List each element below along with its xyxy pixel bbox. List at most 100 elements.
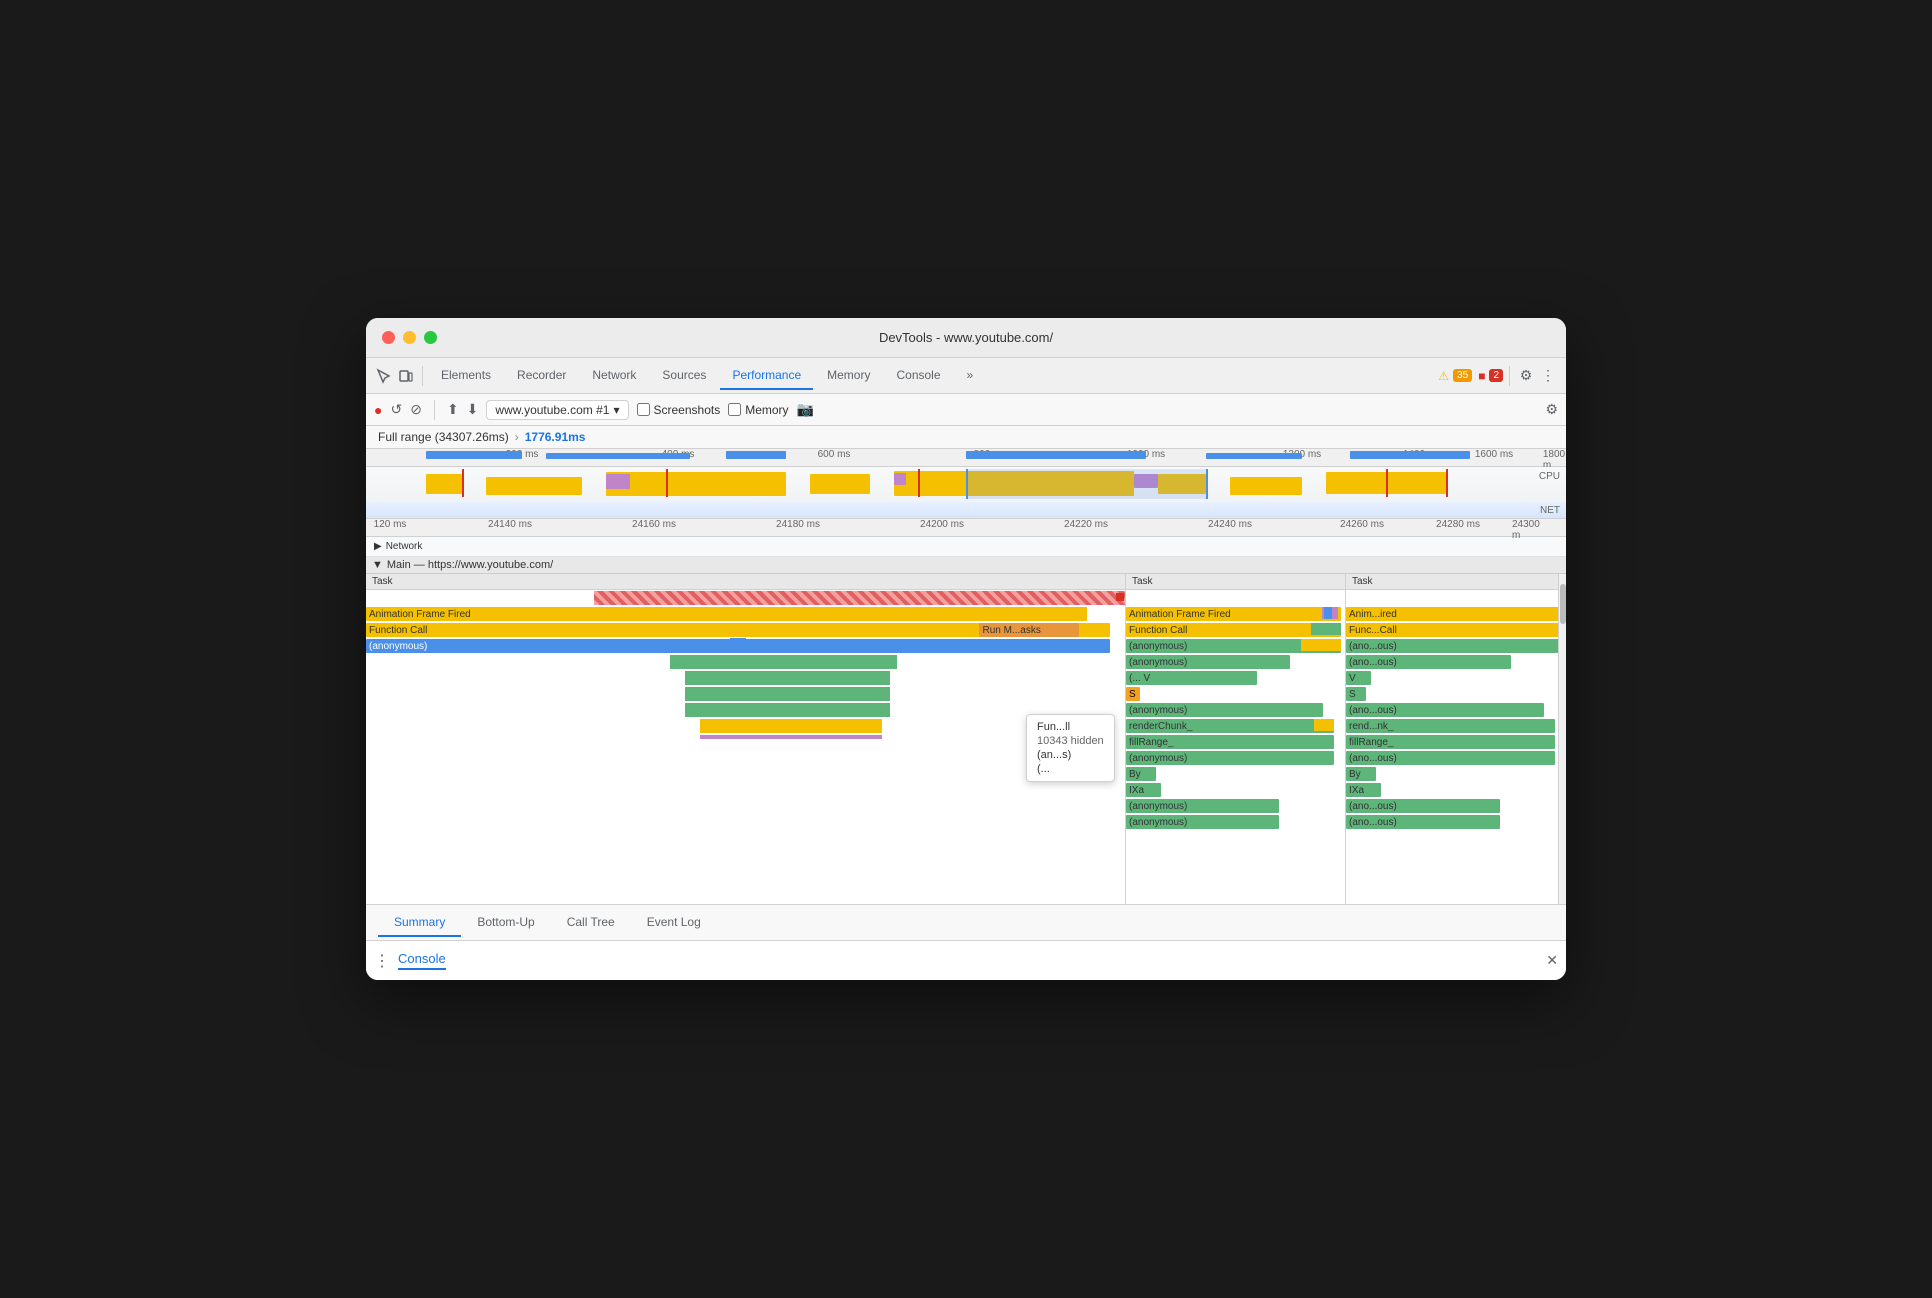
settings-icon[interactable]: ⚙ xyxy=(1516,366,1536,386)
mid-anim-block[interactable]: Animation Frame Fired xyxy=(1126,607,1341,621)
right-func-label: Func...Call xyxy=(1349,625,1397,636)
right-anon3-label: (ano...ous) xyxy=(1349,705,1397,716)
tab-event-log[interactable]: Event Log xyxy=(631,909,717,937)
right-anim-block[interactable]: Anim...ired xyxy=(1346,607,1562,621)
mid-anim-label: Animation Frame Fired xyxy=(1129,609,1231,620)
capture-settings-icon[interactable]: 📷 xyxy=(797,401,814,418)
breadcrumb: Full range (34307.26ms) › 1776.91ms xyxy=(366,426,1566,449)
detail-mark-24300: 24300 m xyxy=(1512,519,1548,541)
right-anon3-block[interactable]: (ano...ous) xyxy=(1346,703,1544,717)
record-button[interactable]: ● xyxy=(374,402,382,418)
console-label[interactable]: Console xyxy=(398,951,446,970)
select-tool-icon[interactable] xyxy=(374,366,394,386)
tab-memory[interactable]: Memory xyxy=(815,362,882,390)
mid-v-block[interactable]: (... V xyxy=(1126,671,1257,685)
right-anon5-label: (ano...ous) xyxy=(1349,801,1397,812)
mid-anon6-block[interactable]: (anonymous) xyxy=(1126,815,1279,829)
function-call-row: Function Call Run M...asks xyxy=(366,622,1125,638)
vertical-scrollbar[interactable] xyxy=(1558,574,1566,904)
flame-col-mid: Task Animation Frame Fired xyxy=(1126,574,1346,904)
console-menu-icon[interactable]: ⋮ xyxy=(374,951,390,971)
deep-stack-3 xyxy=(685,687,890,701)
mid-stripe-row xyxy=(1126,590,1345,606)
animation-frame-row: Animation Frame Fired xyxy=(366,606,1125,622)
full-range-label[interactable]: Full range (34307.26ms) xyxy=(378,430,509,444)
error-icon: ■ xyxy=(1478,369,1485,383)
device-toolbar-icon[interactable] xyxy=(396,366,416,386)
clear-button[interactable]: ⊘ xyxy=(410,401,422,418)
mid-anon6-label: (anonymous) xyxy=(1129,817,1187,828)
mid-render-block[interactable]: renderChunk_ xyxy=(1126,719,1334,733)
right-anon6-row: (ano...ous) xyxy=(1346,814,1566,830)
main-section-header: ▼ Main — https://www.youtube.com/ xyxy=(366,557,1566,574)
main-collapse-icon[interactable]: ▼ xyxy=(372,559,383,571)
tab-network[interactable]: Network xyxy=(580,362,648,390)
right-fill-row: fillRange_ xyxy=(1346,734,1566,750)
run-microtasks-block[interactable]: Run M...asks xyxy=(979,623,1079,637)
right-anon2-block[interactable]: (ano...ous) xyxy=(1346,655,1511,669)
tab-summary[interactable]: Summary xyxy=(378,909,461,937)
scrollbar-thumb[interactable] xyxy=(1560,584,1566,624)
more-options-icon[interactable]: ⋮ xyxy=(1538,366,1558,386)
url-selector[interactable]: www.youtube.com #1 ▾ xyxy=(486,400,628,420)
right-anon2-label: (ano...ous) xyxy=(1349,657,1397,668)
mid-fill-block[interactable]: fillRange_ xyxy=(1126,735,1334,749)
performance-settings-icon[interactable]: ⚙ xyxy=(1545,401,1558,418)
console-close-button[interactable]: ✕ xyxy=(1546,952,1558,969)
minimize-button[interactable] xyxy=(403,331,416,344)
screenshots-checkbox[interactable] xyxy=(637,403,650,416)
task-stripe-row xyxy=(366,590,1125,606)
right-anon3-row: (ano...ous) xyxy=(1346,702,1566,718)
right-s-block[interactable]: S xyxy=(1346,687,1366,701)
right-fill-block[interactable]: fillRange_ xyxy=(1346,735,1555,749)
right-render-block[interactable]: rend...nk_ xyxy=(1346,719,1555,733)
tab-call-tree[interactable]: Call Tree xyxy=(551,909,631,937)
mid-anon2-block[interactable]: (anonymous) xyxy=(1126,655,1290,669)
mid-ixa-block[interactable]: IXa xyxy=(1126,783,1161,797)
timeline-overview[interactable]: 200 ms 400 ms 600 ms 800 ms 1000 ms 1200… xyxy=(366,449,1566,519)
right-anon5-block[interactable]: (ano...ous) xyxy=(1346,799,1500,813)
mid-anon3-block[interactable]: (anonymous) xyxy=(1126,703,1323,717)
tab-performance[interactable]: Performance xyxy=(720,362,813,390)
tab-elements[interactable]: Elements xyxy=(429,362,503,390)
mid-anon5-block[interactable]: (anonymous) xyxy=(1126,799,1279,813)
right-by-block[interactable]: By xyxy=(1346,767,1376,781)
tooltip-popup: Fun...ll 10343 hidden (an...s) (... xyxy=(1026,714,1115,782)
tab-recorder[interactable]: Recorder xyxy=(505,362,578,390)
mid-anon3-row: (anonymous) xyxy=(1126,702,1345,718)
right-anon6-block[interactable]: (ano...ous) xyxy=(1346,815,1500,829)
mid-by-block[interactable]: By xyxy=(1126,767,1156,781)
tab-console[interactable]: Console xyxy=(884,362,952,390)
detail-mark-24160: 24160 ms xyxy=(632,519,676,530)
download-button[interactable]: ⬇ xyxy=(467,401,479,418)
right-v-block[interactable]: V xyxy=(1346,671,1371,685)
mid-s-block[interactable]: S xyxy=(1126,687,1140,701)
tab-bottom-up[interactable]: Bottom-Up xyxy=(461,909,550,937)
refresh-record-button[interactable]: ↺ xyxy=(390,401,402,418)
deep-stack-1 xyxy=(670,655,898,669)
mid-v-row: (... V xyxy=(1126,670,1345,686)
right-func-block[interactable]: Func...Call xyxy=(1346,623,1562,637)
warning-count: 35 xyxy=(1453,369,1472,382)
mid-anon4-block[interactable]: (anonymous) xyxy=(1126,751,1334,765)
upload-button[interactable]: ⬆ xyxy=(447,401,459,418)
mid-ixa-label: IXa xyxy=(1129,785,1144,796)
tab-sources[interactable]: Sources xyxy=(650,362,718,390)
mid-func-block[interactable]: Function Call xyxy=(1126,623,1341,637)
maximize-button[interactable] xyxy=(424,331,437,344)
right-anon1-block[interactable]: (ano...ous) xyxy=(1346,639,1562,653)
flame-chart[interactable]: Task Animation Frame Fired xyxy=(366,574,1566,904)
flame-col-left: Task Animation Frame Fired xyxy=(366,574,1126,904)
col-left-task-label: Task xyxy=(372,576,393,587)
right-ixa-block[interactable]: IXa xyxy=(1346,783,1381,797)
memory-checkbox[interactable] xyxy=(728,403,741,416)
performance-control-bar: ● ↺ ⊘ ⬆ ⬇ www.youtube.com #1 ▾ Screensho… xyxy=(366,394,1566,426)
animation-frame-fired-block[interactable]: Animation Frame Fired xyxy=(366,607,1087,621)
mid-anim-row: Animation Frame Fired xyxy=(1126,606,1345,622)
col-mid-task-label: Task xyxy=(1132,576,1153,587)
tab-more[interactable]: » xyxy=(955,362,986,390)
right-anon4-block[interactable]: (ano...ous) xyxy=(1346,751,1555,765)
close-button[interactable] xyxy=(382,331,395,344)
sep1 xyxy=(422,366,423,386)
right-anon2-row: (ano...ous) xyxy=(1346,654,1566,670)
